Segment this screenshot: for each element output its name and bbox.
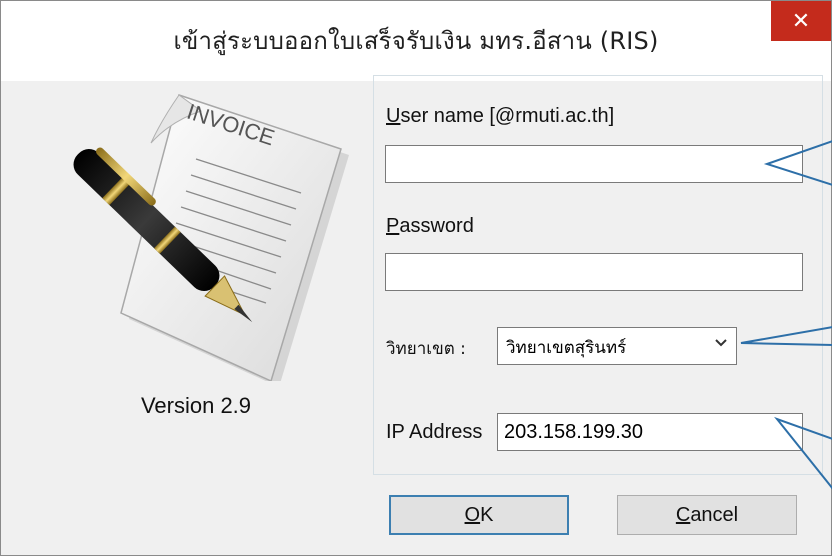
dialog-body: INVOICE Version 2.9 User name [@rmuti.ac… xyxy=(11,75,823,547)
ip-address-label: IP Address xyxy=(386,421,483,443)
campus-select[interactable]: วิทยาเขตสุรินทร์ xyxy=(497,327,737,365)
version-label: Version 2.9 xyxy=(140,393,252,418)
ip-address-input[interactable] xyxy=(497,413,803,451)
window-title: เข้าสู่ระบบออกใบเสร็จรับเงิน มทร.อีสาน (… xyxy=(173,27,659,55)
ok-button[interactable]: OK xyxy=(389,495,569,535)
invoice-pen-icon: INVOICE xyxy=(73,94,349,381)
password-label: Password xyxy=(386,215,474,237)
username-input[interactable] xyxy=(385,145,803,183)
login-dialog: เข้าสู่ระบบออกใบเสร็จรับเงิน มทร.อีสาน (… xyxy=(0,0,832,556)
password-input[interactable] xyxy=(385,253,803,291)
title-bar: เข้าสู่ระบบออกใบเสร็จรับเงิน มทร.อีสาน (… xyxy=(1,1,831,81)
chevron-down-icon xyxy=(714,335,728,354)
campus-selected-value: วิทยาเขตสุรินทร์ xyxy=(506,338,627,358)
campus-label: วิทยาเขต : xyxy=(386,339,466,359)
cancel-button[interactable]: Cancel xyxy=(617,495,797,535)
username-label: User name [@rmuti.ac.th] xyxy=(386,105,615,127)
close-button[interactable]: ✕ xyxy=(771,1,831,41)
close-icon: ✕ xyxy=(791,8,811,34)
